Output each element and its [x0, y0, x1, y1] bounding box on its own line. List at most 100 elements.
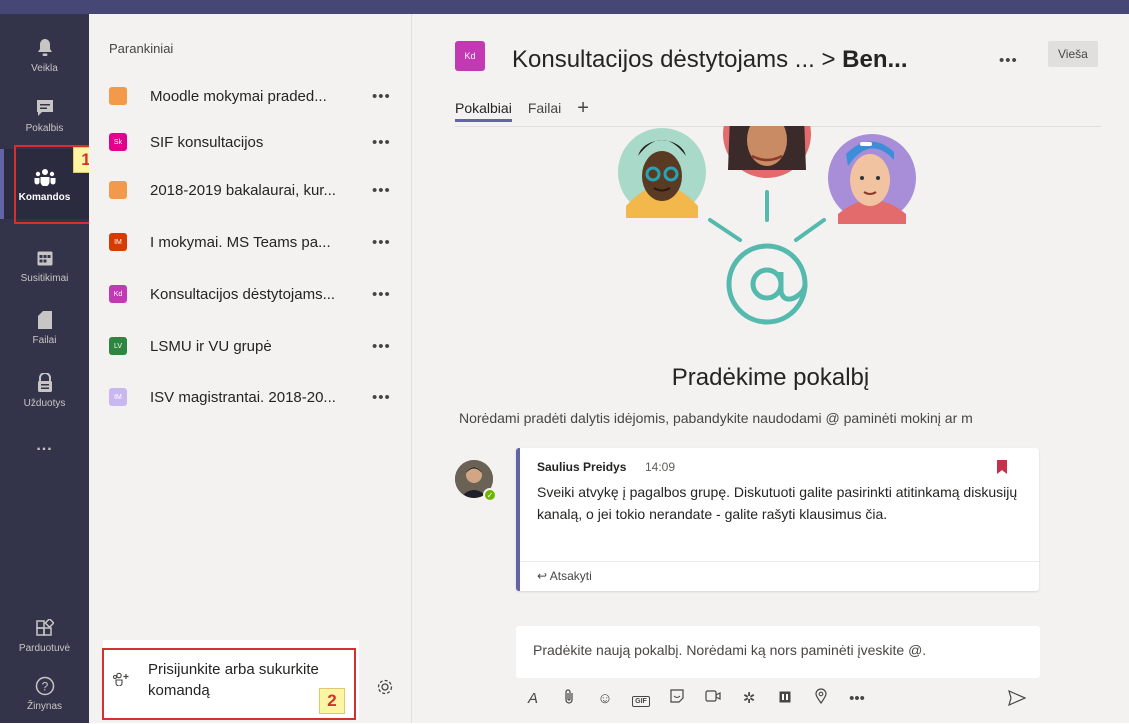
rail-label-activity: Veikla [31, 62, 58, 74]
rail-item-files[interactable]: Failai [0, 296, 89, 358]
favorites-section-title: Parankiniai [109, 41, 174, 56]
stream-icon[interactable] [772, 690, 798, 707]
emoji-icon[interactable]: ☺ [592, 690, 618, 707]
team-name: Moodle mokymai praded... [150, 87, 327, 105]
team-more-options-icon[interactable]: ••• [372, 134, 391, 151]
team-name: 2018-2019 bakalaurai, kur... [150, 181, 336, 199]
file-icon [34, 309, 56, 331]
gear-icon[interactable] [376, 678, 394, 701]
rail-item-activity[interactable]: Veikla [0, 24, 89, 86]
team-item[interactable]: IM ISV magistrantai. 2018-20... ••• [107, 379, 407, 415]
message-author[interactable]: Saulius Preidys [537, 460, 626, 474]
rail-item-assignments[interactable]: Užduotys [0, 359, 89, 421]
team-item[interactable]: Moodle mokymai praded... ••• [107, 78, 407, 114]
compose-toolbar: A ☺ GIF ✲ ••• [520, 686, 1040, 710]
rail-item-help[interactable]: ? Žinynas [0, 662, 89, 724]
tab-posts[interactable]: Pokalbiai [455, 100, 512, 122]
more-icon: ... [36, 437, 53, 454]
team-item[interactable]: IM I mokymai. MS Teams pa... ••• [107, 224, 407, 260]
team-name: LSMU ir VU grupė [150, 337, 272, 355]
app-top-bar [0, 0, 1129, 14]
message-timestamp: 14:09 [645, 460, 676, 474]
rail-label-meetings: Susitikimai [20, 272, 69, 284]
team-avatar: Kd [455, 41, 485, 71]
callout-box-join [102, 648, 356, 720]
praise-icon[interactable]: ✲ [736, 689, 762, 707]
channel-header: Kd Konsultacijos dėstytojams ... > Ben..… [412, 14, 1129, 126]
reply-button[interactable]: ↩ Atsakyti [537, 569, 592, 583]
empty-state-illustration [602, 126, 932, 326]
rail-item-meetings[interactable]: Susitikimai [0, 234, 89, 296]
team-name: Konsultacijos dėstytojams... [150, 285, 336, 303]
rail-label-files: Failai [32, 334, 57, 346]
callout-number-2: 2 [319, 688, 345, 714]
team-item[interactable]: LV LSMU ir VU grupė ••• [107, 328, 407, 364]
channel-tabs: Pokalbiai Failai + [455, 98, 589, 122]
channel-more-button[interactable]: ••• [999, 52, 1018, 69]
reply-icon: ↩ [537, 569, 548, 583]
format-icon[interactable]: A [520, 690, 546, 707]
team-more-options-icon[interactable]: ••• [372, 389, 391, 406]
location-icon[interactable] [808, 688, 834, 708]
send-icon[interactable] [1008, 689, 1027, 711]
rail-label-assignments: Užduotys [23, 397, 66, 409]
compose-box[interactable]: Pradėkite naują pokalbį. Norėdami ką nor… [516, 626, 1040, 678]
team-avatar: Kd [109, 285, 127, 303]
channel-main-area: Kd Konsultacijos dėstytojams ... > Ben..… [412, 14, 1129, 723]
gif-icon[interactable]: GIF [628, 690, 654, 707]
team-name: I mokymai. MS Teams pa... [150, 233, 331, 251]
team-item[interactable]: Sk SIF konsultacijos ••• [107, 124, 407, 160]
teams-list-pane: Parankiniai Moodle mokymai praded... ••• S… [89, 14, 412, 723]
bookmark-icon[interactable] [997, 460, 1007, 474]
message-divider [520, 561, 1039, 562]
chat-icon [34, 97, 56, 119]
rail-label-store: Parduotuvė [18, 642, 71, 654]
more-options-icon[interactable]: ••• [844, 690, 870, 707]
team-name: ISV magistrantai. 2018-20... [150, 388, 336, 406]
rail-label-chat: Pokalbis [25, 122, 64, 134]
empty-state-title: Pradėkime pokalbį [671, 364, 870, 391]
help-icon: ? [34, 675, 56, 697]
store-icon [34, 617, 56, 639]
tab-files[interactable]: Failai [528, 100, 561, 122]
message-body: Sveiki atvykę į pagalbos grupę. Diskutuo… [537, 484, 1018, 522]
assignments-icon [34, 372, 56, 394]
team-avatar: LV [109, 337, 127, 355]
rail-label-help: Žinynas [26, 700, 62, 712]
bell-icon [34, 37, 56, 59]
team-name: SIF konsultacijos [150, 133, 264, 151]
team-more-options-icon[interactable]: ••• [372, 182, 391, 199]
compose-placeholder: Pradėkite naują pokalbį. Norėdami ką nor… [533, 642, 927, 658]
empty-state-subtitle: Norėdami pradėti dalytis idėjomis, paban… [459, 410, 973, 426]
team-avatar [109, 87, 127, 105]
active-indicator [0, 149, 4, 219]
rail-item-more[interactable]: ... [0, 419, 89, 469]
team-avatar: IM [109, 233, 127, 251]
attach-icon[interactable] [556, 688, 582, 708]
channel-title: Konsultacijos dėstytojams ... > Ben... [512, 46, 908, 74]
rail-item-chat[interactable]: Pokalbis [0, 84, 89, 146]
channel-name-title: Ben... [842, 46, 908, 73]
breadcrumb-separator: > [821, 46, 843, 73]
sticker-icon[interactable] [664, 689, 690, 707]
gif-label: GIF [632, 695, 650, 707]
rail-item-store[interactable]: Parduotuvė [0, 604, 89, 666]
app-rail: Veikla Pokalbis Komandos Susitikimai Fai… [0, 14, 89, 723]
team-name-title[interactable]: Konsultacijos dėstytojams ... [512, 46, 821, 73]
team-more-options-icon[interactable]: ••• [372, 286, 391, 303]
team-item[interactable]: 2018-2019 bakalaurai, kur... ••• [107, 172, 407, 208]
message-card: Saulius Preidys 14:09 Sveiki atvykę į pa… [516, 448, 1039, 591]
calendar-icon [34, 247, 56, 269]
team-avatar: Sk [109, 133, 127, 151]
presence-available-icon: ✓ [483, 488, 497, 502]
add-tab-icon[interactable]: + [577, 98, 589, 122]
team-avatar: IM [109, 388, 127, 406]
meet-now-icon[interactable] [700, 689, 726, 707]
reply-label: Atsakyti [549, 569, 592, 583]
team-avatar [109, 181, 127, 199]
team-more-options-icon[interactable]: ••• [372, 88, 391, 105]
team-item[interactable]: Kd Konsultacijos dėstytojams... ••• [107, 276, 407, 312]
team-more-options-icon[interactable]: ••• [372, 234, 391, 251]
team-more-options-icon[interactable]: ••• [372, 338, 391, 355]
visibility-badge: Vieša [1048, 41, 1098, 67]
